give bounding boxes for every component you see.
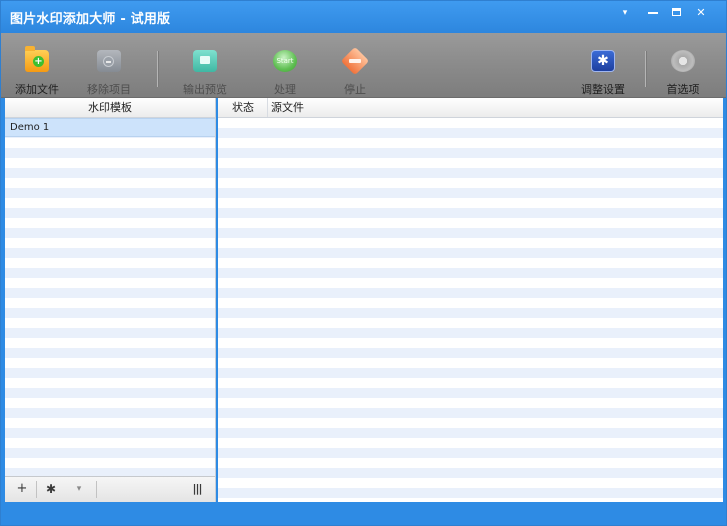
close-button[interactable]: ✕ <box>690 5 712 21</box>
template-item[interactable]: Demo 1 <box>5 118 215 137</box>
process-label: 处理 <box>274 83 296 96</box>
adjust-settings-label: 调整设置 <box>581 83 625 96</box>
add-template-button[interactable]: + <box>14 481 30 497</box>
export-preview-icon <box>193 50 217 72</box>
columns-icon[interactable]: ||| <box>189 481 205 497</box>
template-toolbar: + ✱ ▾ ||| <box>5 476 215 502</box>
window-menu-button[interactable]: ▾ <box>614 5 636 21</box>
template-panel: 水印模板 Demo 1 + ✱ ▾ ||| <box>5 98 216 502</box>
preferences-label: 首选项 <box>666 83 700 96</box>
file-list-panel: 状态 源文件 <box>218 98 723 502</box>
export-preview-label: 输出预览 <box>183 83 227 96</box>
folder-add-icon: + <box>25 46 49 72</box>
add-files-button[interactable]: + 添加文件 <box>7 33 67 97</box>
process-button[interactable]: Start 处理 <box>255 33 315 97</box>
stop-button[interactable]: 停止 <box>325 33 385 97</box>
add-files-label: 添加文件 <box>15 83 59 96</box>
file-list[interactable] <box>218 118 723 502</box>
gear-icon: ✱ <box>591 50 615 72</box>
preferences-gear-icon <box>671 50 695 72</box>
footer-separator <box>36 481 37 498</box>
remove-icon <box>97 50 121 72</box>
preferences-button[interactable]: 首选项 <box>653 33 713 97</box>
toolbar-separator <box>157 51 159 87</box>
toolbar-separator <box>645 51 647 87</box>
source-file-column-header[interactable]: 源文件 <box>268 98 723 117</box>
status-bar <box>1 503 726 525</box>
file-list-header: 状态 源文件 <box>218 98 723 118</box>
start-icon: Start <box>273 50 297 72</box>
title-bar: 图片水印添加大师 - 试用版 ▾ ✕ <box>1 1 726 33</box>
template-settings-button[interactable]: ✱ <box>43 481 59 497</box>
adjust-settings-button[interactable]: ✱ 调整设置 <box>573 33 633 97</box>
export-preview-button[interactable]: 输出预览 <box>175 33 235 97</box>
remove-item-button[interactable]: 移除项目 <box>79 33 139 97</box>
footer-separator <box>96 481 97 498</box>
stop-icon <box>343 50 367 72</box>
minimize-icon <box>648 12 658 14</box>
minimize-button[interactable] <box>642 5 664 21</box>
template-list[interactable]: Demo 1 <box>5 118 215 477</box>
chevron-down-icon[interactable]: ▾ <box>71 481 87 497</box>
app-window: 图片水印添加大师 - 试用版 ▾ ✕ + 添加文件 移除项目 输出预览 Star… <box>0 0 727 526</box>
toolbar: + 添加文件 移除项目 输出预览 Start 处理 停止 ✱ 调整设置 首选项 <box>1 33 726 98</box>
status-column-header[interactable]: 状态 <box>218 98 268 117</box>
stop-label: 停止 <box>344 83 366 96</box>
remove-item-label: 移除项目 <box>87 83 131 96</box>
window-title: 图片水印添加大师 - 试用版 <box>10 12 171 27</box>
maximize-icon <box>672 8 681 16</box>
maximize-button[interactable] <box>666 5 688 21</box>
template-panel-header: 水印模板 <box>5 98 215 118</box>
